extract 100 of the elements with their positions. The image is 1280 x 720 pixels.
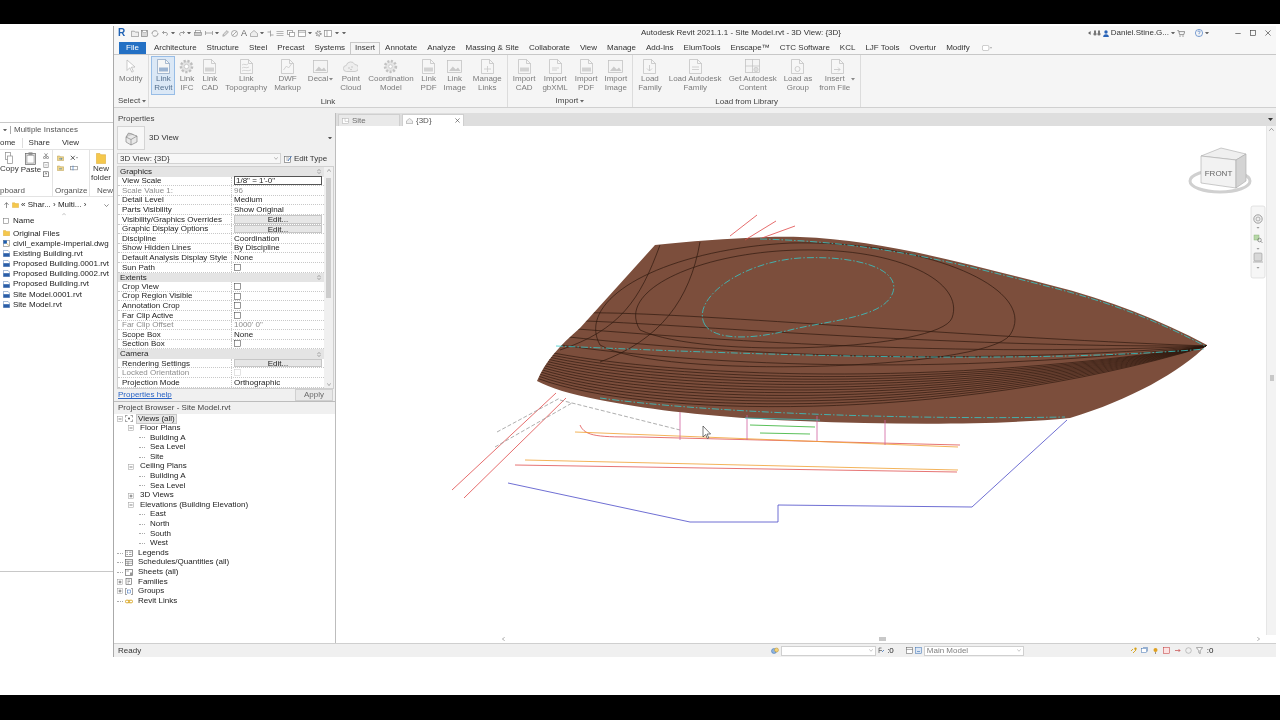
gear-icon[interactable] <box>314 29 322 37</box>
file-name[interactable]: Proposed Building.0002.rvt <box>13 269 110 279</box>
chevron-icon[interactable] <box>104 203 109 207</box>
redo-icon[interactable] <box>177 30 185 36</box>
text-tool-button[interactable]: A <box>240 28 247 38</box>
collapse-icon[interactable] <box>128 425 134 432</box>
file-name[interactable]: Site Model.rvt <box>13 299 62 309</box>
tree-item[interactable]: Families <box>136 576 170 588</box>
ribbon-tab[interactable]: Collaborate <box>523 42 575 54</box>
ribbon-button[interactable]: Import gbXML <box>539 56 571 95</box>
ribbon-button[interactable]: Link IFC <box>176 56 198 95</box>
edit-button[interactable]: Edit... <box>234 214 322 224</box>
instance-selector[interactable]: 3D View: {3D} <box>117 153 281 164</box>
file-name[interactable]: civil_example-imperial.dwg <box>13 238 109 248</box>
app-logo[interactable]: R <box>118 28 126 38</box>
ribbon-tab[interactable]: Manage <box>602 42 641 54</box>
type-selector[interactable]: 3D View <box>114 125 335 151</box>
pin-icon[interactable] <box>1151 647 1159 654</box>
property-group-header[interactable]: Camera <box>120 349 149 359</box>
ribbon-button[interactable]: Import Image <box>601 56 631 95</box>
toolbar-button[interactable]: Copy <box>0 152 19 174</box>
windows-icon[interactable] <box>286 29 295 37</box>
help-link[interactable]: Properties help <box>118 390 172 400</box>
ribbon-button[interactable]: Link CAD <box>198 56 222 95</box>
caret-icon[interactable] <box>1171 31 1175 35</box>
user-icon[interactable] <box>1102 29 1109 37</box>
scrollbar-thumb[interactable] <box>1269 375 1274 381</box>
checkbox[interactable] <box>234 302 241 310</box>
ribbon-button[interactable]: Point Cloud <box>337 56 365 95</box>
printer-icon[interactable] <box>194 29 202 37</box>
toolbar-button[interactable]: Paste <box>20 152 42 175</box>
ribbon-button[interactable]: Coordination Model <box>365 56 417 95</box>
checkbox[interactable] <box>234 282 241 290</box>
tree-item[interactable]: East <box>148 509 168 521</box>
ribbon-tab[interactable]: LJF Tools <box>860 42 905 54</box>
ribbon-tab[interactable]: Steel <box>244 42 273 54</box>
folder-arrow-icon[interactable] <box>57 165 64 171</box>
up-arrow-icon[interactable] <box>4 202 9 208</box>
arrow-icon[interactable] <box>1173 647 1181 654</box>
collapse-icon[interactable] <box>317 351 321 357</box>
expand-icon[interactable] <box>117 578 123 585</box>
caret-icon[interactable] <box>260 31 265 35</box>
lines-icon[interactable] <box>276 29 285 37</box>
address-field[interactable]: « Shar... › Multi... › <box>12 200 101 210</box>
tree-item[interactable]: Sea Level <box>148 442 188 453</box>
caret-icon[interactable] <box>171 31 176 35</box>
box-icon[interactable] <box>1252 252 1264 263</box>
ribbon-tab[interactable]: Overtur <box>904 42 942 54</box>
ribbon-tab[interactable]: Share <box>22 138 56 148</box>
collapse-icon[interactable] <box>128 463 134 470</box>
ribbon-tab[interactable]: KCL <box>834 42 861 54</box>
ribbon-button[interactable]: Link PDF <box>417 56 440 95</box>
file-name[interactable]: Existing Building.rvt <box>13 248 83 259</box>
sync-icon[interactable] <box>151 29 159 37</box>
scroll-right-icon[interactable] <box>1257 637 1260 641</box>
minimize-icon[interactable] <box>1235 30 1241 36</box>
caret-icon[interactable] <box>215 31 220 35</box>
link-icon[interactable] <box>1129 647 1137 654</box>
tree-item[interactable]: Revit Links <box>136 595 180 607</box>
close-icon[interactable] <box>455 118 460 123</box>
tree-item[interactable]: Schedules/Quantities (all) <box>136 557 232 568</box>
ribbon-tab[interactable]: Insert <box>350 42 381 54</box>
panel-title-button[interactable]: Import <box>555 97 585 106</box>
ribbon-tab[interactable]: CTC Software <box>774 42 835 54</box>
scroll-left-icon[interactable] <box>502 637 505 641</box>
scroll-down-icon[interactable] <box>326 383 331 386</box>
caret-icon[interactable] <box>1205 31 1209 35</box>
tree-item[interactable]: 3D Views <box>138 490 176 501</box>
ribbon-button[interactable]: Get Autodesk Content <box>725 56 780 95</box>
checkbox[interactable] <box>234 340 241 348</box>
maximize-icon[interactable] <box>1250 30 1256 36</box>
workset-dropdown[interactable] <box>781 645 877 656</box>
tree-item[interactable]: South <box>148 528 173 540</box>
user-name[interactable]: Daniel.Stine.G... <box>1110 28 1169 38</box>
delete-icon[interactable] <box>70 155 78 161</box>
close-icon[interactable] <box>1265 30 1271 36</box>
tree-item[interactable]: Groups <box>136 586 167 597</box>
ribbon-tab[interactable]: Analyze <box>422 42 461 54</box>
layers-icon[interactable] <box>1140 647 1148 654</box>
ribbon-tab[interactable]: Modify <box>941 42 975 54</box>
collapse-icon[interactable] <box>317 169 321 175</box>
scrollbar-thumb[interactable] <box>326 177 331 298</box>
undo-icon[interactable] <box>161 30 169 36</box>
property-field[interactable]: 1/8" = 1'-0" <box>234 176 322 186</box>
toolbar-button[interactable]: New folder <box>91 152 111 183</box>
caret-icon[interactable] <box>1268 118 1273 121</box>
tree-item[interactable]: Floor Plans <box>138 423 183 434</box>
tree-item[interactable]: Legends <box>136 547 171 559</box>
caret-icon[interactable] <box>187 31 192 35</box>
caret-icon[interactable] <box>3 128 7 132</box>
panel-title-button[interactable]: Select <box>118 97 147 106</box>
column-header[interactable]: Name <box>13 215 35 226</box>
ribbon-tab[interactable]: Enscape™ <box>725 42 775 54</box>
ribbon-tab[interactable]: View <box>574 42 603 54</box>
ribbon-button[interactable]: Import CAD <box>509 56 539 95</box>
binoculars-icon[interactable] <box>1092 30 1101 36</box>
window-icon[interactable] <box>905 647 913 654</box>
ribbon-button[interactable]: Link Image <box>440 56 469 95</box>
ribbon-tab[interactable]: Annotate <box>380 42 423 54</box>
ribbon-tab[interactable]: Add-Ins <box>641 42 679 54</box>
